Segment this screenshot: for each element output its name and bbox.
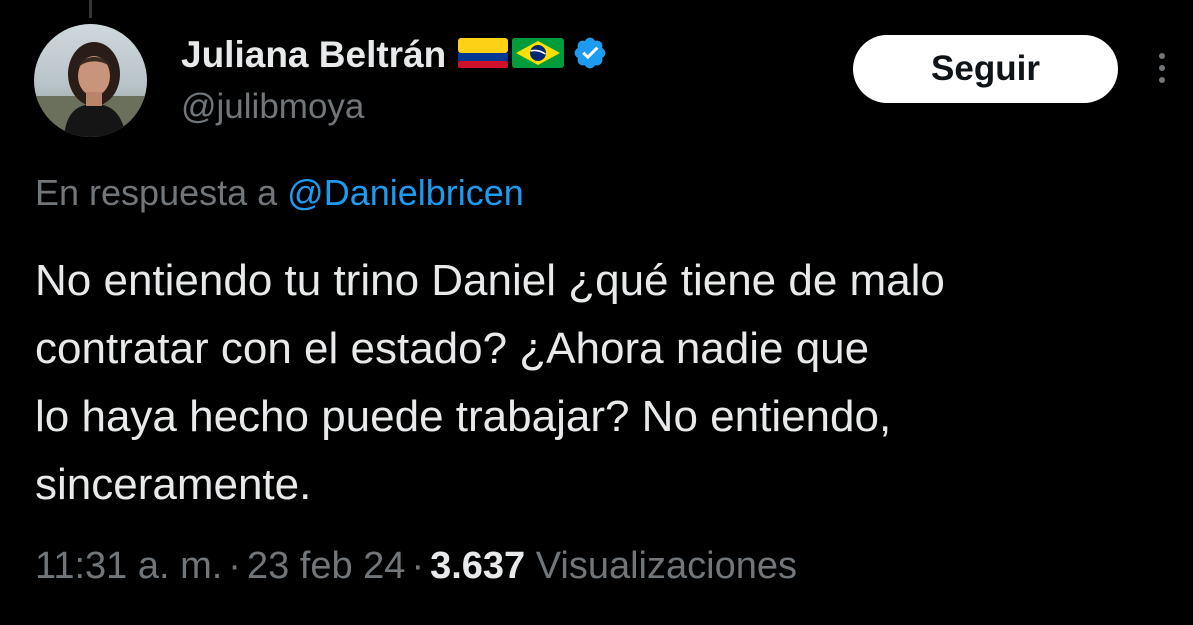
reply-mention-link[interactable]: @Danielbricen [287,172,524,213]
author-name-row: Juliana Beltrán [181,30,608,80]
thread-connector-line [89,0,92,18]
author-display-name[interactable]: Juliana Beltrán [181,34,446,76]
tweet-date[interactable]: 23 feb 24 [247,545,405,587]
reply-context: En respuesta a @Danielbricen [35,172,524,214]
tweet-text-line: sinceramente. [35,460,312,509]
tweet-time[interactable]: 11:31 a. m. [35,545,222,587]
more-vertical-icon[interactable] [1152,50,1172,90]
colombia-flag-icon [458,36,509,75]
meta-separator: · [228,545,241,587]
views-count: 3.637 [430,545,526,587]
tweet-text-line: No entiendo tu trino Daniel ¿qué tiene d… [35,256,945,305]
tweet-text-line: lo haya hecho puede trabajar? No entiend… [35,392,892,441]
tweet-text: No entiendo tu trino Daniel ¿qué tiene d… [35,247,1165,519]
avatar-photo [34,24,147,137]
verified-badge-icon[interactable] [572,35,608,76]
avatar[interactable] [34,24,147,137]
views-label: Visualizaciones [535,545,797,587]
tweet-text-line: contratar con el estado? ¿Ahora nadie qu… [35,324,870,373]
brazil-flag-icon [512,36,565,75]
tweet-metadata: 11:31 a. m. · 23 feb 24 · 3.637 Visualizacio… [35,545,797,588]
author-handle[interactable]: @julibmoya [181,87,364,127]
meta-separator: · [411,545,425,587]
follow-button[interactable]: Seguir [853,35,1118,103]
reply-prefix: En respuesta a [35,172,278,213]
